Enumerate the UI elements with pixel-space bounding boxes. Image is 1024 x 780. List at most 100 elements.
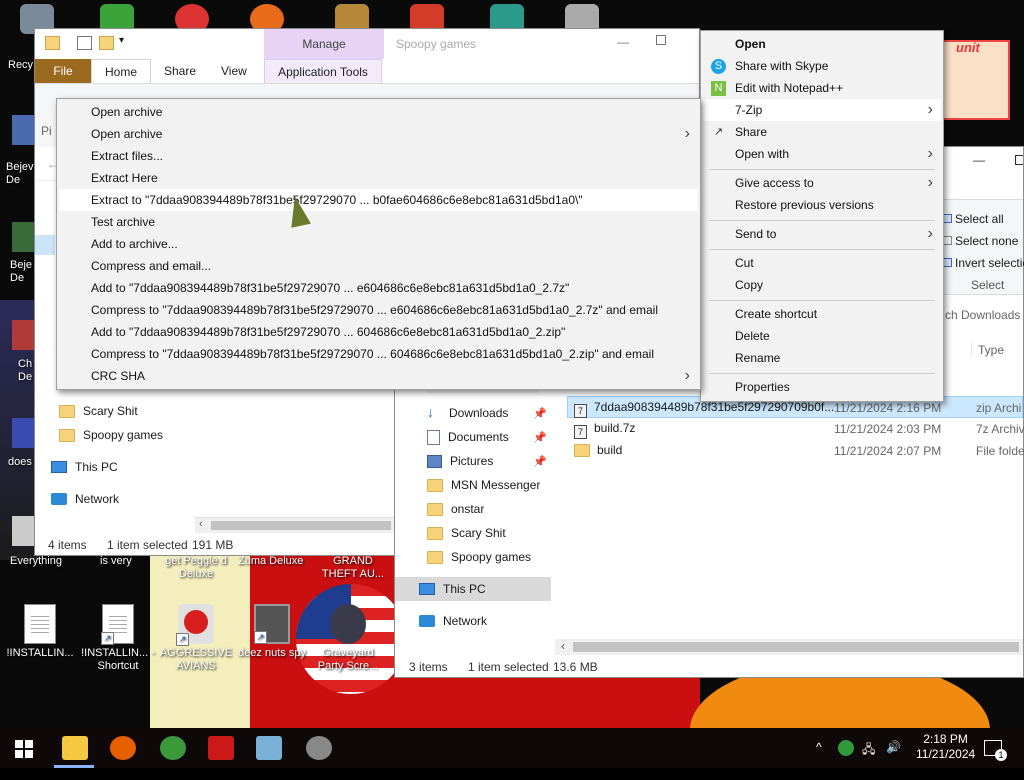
tab-application-tools[interactable]: Application Tools xyxy=(264,59,382,83)
new-folder-qa-icon[interactable] xyxy=(99,36,114,50)
pin-icon[interactable]: 📌 xyxy=(533,407,547,420)
chevron-up-icon[interactable]: ^ xyxy=(816,740,822,780)
network-tray-icon[interactable]: 🖧 xyxy=(862,740,875,780)
zip-open-archive-submenu[interactable]: Open archive › xyxy=(59,123,698,145)
nav-item-network[interactable]: Network xyxy=(35,487,195,511)
select-none-button[interactable]: Select none xyxy=(943,234,1018,248)
nav-item-network[interactable]: Network xyxy=(395,609,551,633)
does-icon[interactable] xyxy=(12,418,34,448)
zip-crc-sha[interactable]: CRC SHA › xyxy=(59,365,698,387)
folder-qa-icon[interactable] xyxy=(45,36,60,50)
desktop-icon-installing[interactable]: !INSTALLIN... xyxy=(0,604,80,660)
chuzzle-icon[interactable] xyxy=(12,320,34,350)
menu-item-send-to[interactable]: Send to › xyxy=(703,223,941,245)
flash-icon[interactable] xyxy=(208,736,234,760)
menu-item-cut[interactable]: Cut xyxy=(703,252,941,274)
desktop-icon-graveyard-party[interactable]: Graveyard Party Scre... xyxy=(308,604,388,673)
chevron-down-icon[interactable]: ▾ xyxy=(119,35,124,46)
minimize-icon[interactable]: — xyxy=(973,153,985,167)
menu-item-open[interactable]: Open xyxy=(703,33,941,55)
manage-tab[interactable]: Manage xyxy=(264,29,384,59)
zip-compress-to-7z-email[interactable]: Compress to "7ddaa908394489b78f31be5f297… xyxy=(59,299,698,321)
firefox-icon[interactable] xyxy=(110,736,136,760)
select-all-button[interactable]: Select all xyxy=(943,212,1004,226)
zip-extract-to[interactable]: Extract to "7ddaa908394489b78f31be5f2972… xyxy=(59,189,698,211)
zip-add-to-7z[interactable]: Add to "7ddaa908394489b78f31be5f29729070… xyxy=(59,277,698,299)
msn-icon[interactable] xyxy=(160,736,186,760)
file-row[interactable]: build 11/21/2024 2:07 PM File folde xyxy=(567,440,1024,462)
scrollbar-thumb[interactable] xyxy=(211,521,391,530)
horizontal-scrollbar[interactable]: ‹ xyxy=(195,517,395,533)
nav-item-this-pc[interactable]: This PC xyxy=(35,455,195,479)
steam-icon[interactable] xyxy=(306,736,332,760)
partial-label-3: Zuma Deluxe xyxy=(238,555,304,567)
menu-item-delete[interactable]: Delete xyxy=(703,325,941,347)
nav-item-downloads[interactable]: ↓ Downloads 📌 xyxy=(403,401,551,425)
horizontal-scrollbar[interactable]: ‹ xyxy=(555,639,1023,655)
zip-add-to-zip[interactable]: Add to "7ddaa908394489b78f31be5f29729070… xyxy=(59,321,698,343)
file-row[interactable]: 7 build.7z 11/21/2024 2:03 PM 7z Archiv xyxy=(567,418,1024,440)
clock[interactable]: 2:18 PM 11/21/2024 xyxy=(916,732,975,772)
nav-item-spoopy-games[interactable]: Spoopy games xyxy=(35,423,195,447)
menu-item-rename[interactable]: Rename xyxy=(703,347,941,369)
file-explorer-icon[interactable] xyxy=(62,736,88,760)
nav-item-scary-shit[interactable]: Scary Shit xyxy=(403,521,551,545)
tab-file[interactable]: File xyxy=(35,59,91,83)
column-header-type[interactable]: Type xyxy=(971,343,1004,357)
menu-item-share-with-skype[interactable]: S Share with Skype xyxy=(703,55,941,77)
zip-compress-to-zip-email[interactable]: Compress to "7ddaa908394489b78f31be5f297… xyxy=(59,343,698,365)
notification-icon[interactable]: 1 xyxy=(984,740,1007,761)
search-box[interactable]: ch Downloads xyxy=(939,303,1023,327)
desktop-icon-deez-nuts-spy[interactable]: deez nuts spy xyxy=(232,604,312,660)
tab-view[interactable]: View xyxy=(208,59,260,83)
menu-item-restore-previous-versions[interactable]: Restore previous versions xyxy=(703,194,941,216)
zip-extract-files[interactable]: Extract files... xyxy=(59,145,698,167)
volume-icon[interactable]: 🔊 xyxy=(886,740,901,780)
nav-item-spoopy-games[interactable]: Spoopy games xyxy=(403,545,551,569)
menu-item-give-access-to[interactable]: Give access to › xyxy=(703,172,941,194)
minimize-icon[interactable]: — xyxy=(617,35,629,49)
7zip-submenu: Open archive Open archive › Extract files… xyxy=(56,98,701,390)
pin-icon[interactable]: 📌 xyxy=(533,455,547,468)
zip-add-to-archive[interactable]: Add to archive... xyxy=(59,233,698,255)
scroll-left-icon[interactable]: ‹ xyxy=(561,639,565,653)
zip-test-archive[interactable]: Test archive xyxy=(59,211,698,233)
properties-qa-icon[interactable] xyxy=(77,36,92,50)
zip-extract-here[interactable]: Extract Here xyxy=(59,167,698,189)
menu-item-open-with[interactable]: Open with › xyxy=(703,143,941,165)
zip-compress-and-email[interactable]: Compress and email... xyxy=(59,255,698,277)
tab-share[interactable]: Share xyxy=(151,59,209,83)
nav-item-pictures[interactable]: Pictures 📌 xyxy=(403,449,551,473)
file-name: 7ddaa908394489b78f31be5f297290709b0f... xyxy=(594,400,835,414)
everything-icon[interactable] xyxy=(12,516,34,546)
menu-item-create-shortcut[interactable]: Create shortcut xyxy=(703,303,941,325)
zip-open-archive[interactable]: Open archive xyxy=(59,101,698,123)
nav-label: Scary Shit xyxy=(451,526,506,540)
maximize-icon[interactable] xyxy=(1015,155,1023,165)
nav-label: Network xyxy=(75,492,120,506)
pc-icon xyxy=(51,461,67,473)
bejeweled2-icon[interactable] xyxy=(12,222,34,252)
scrollbar-thumb[interactable] xyxy=(573,642,1019,652)
invert-selection-button[interactable]: Invert selectio xyxy=(943,256,1024,270)
desktop-icon-aggressive-avians[interactable]: AGGRESSIVE AVIANS xyxy=(156,604,236,673)
menu-item-7zip[interactable]: 7-Zip › xyxy=(703,99,941,121)
bejeweled-icon[interactable] xyxy=(12,115,34,145)
nav-item-this-pc[interactable]: This PC xyxy=(395,577,551,601)
notepad-icon[interactable] xyxy=(256,736,282,760)
tab-home[interactable]: Home xyxy=(91,59,152,83)
menu-item-edit-with-notepadpp[interactable]: N Edit with Notepad++ xyxy=(703,77,941,99)
menu-item-properties[interactable]: Properties xyxy=(703,376,941,398)
scroll-left-icon[interactable]: ‹ xyxy=(199,518,203,530)
nav-item-msn-messenger[interactable]: MSN Messenger xyxy=(403,473,551,497)
start-button[interactable] xyxy=(15,740,33,758)
desktop-icon-installing-shortcut[interactable]: !INSTALLIN... - Shortcut xyxy=(78,604,158,673)
menu-item-share[interactable]: ↗ Share xyxy=(703,121,941,143)
nav-item-scary-shit[interactable]: Scary Shit xyxy=(35,399,195,423)
msn-tray-icon[interactable] xyxy=(838,740,854,756)
nav-item-onstar[interactable]: onstar xyxy=(403,497,551,521)
menu-item-copy[interactable]: Copy xyxy=(703,274,941,296)
nav-item-documents[interactable]: Documents 📌 xyxy=(403,425,551,449)
maximize-icon[interactable] xyxy=(656,35,666,45)
pin-icon[interactable]: 📌 xyxy=(533,431,547,444)
